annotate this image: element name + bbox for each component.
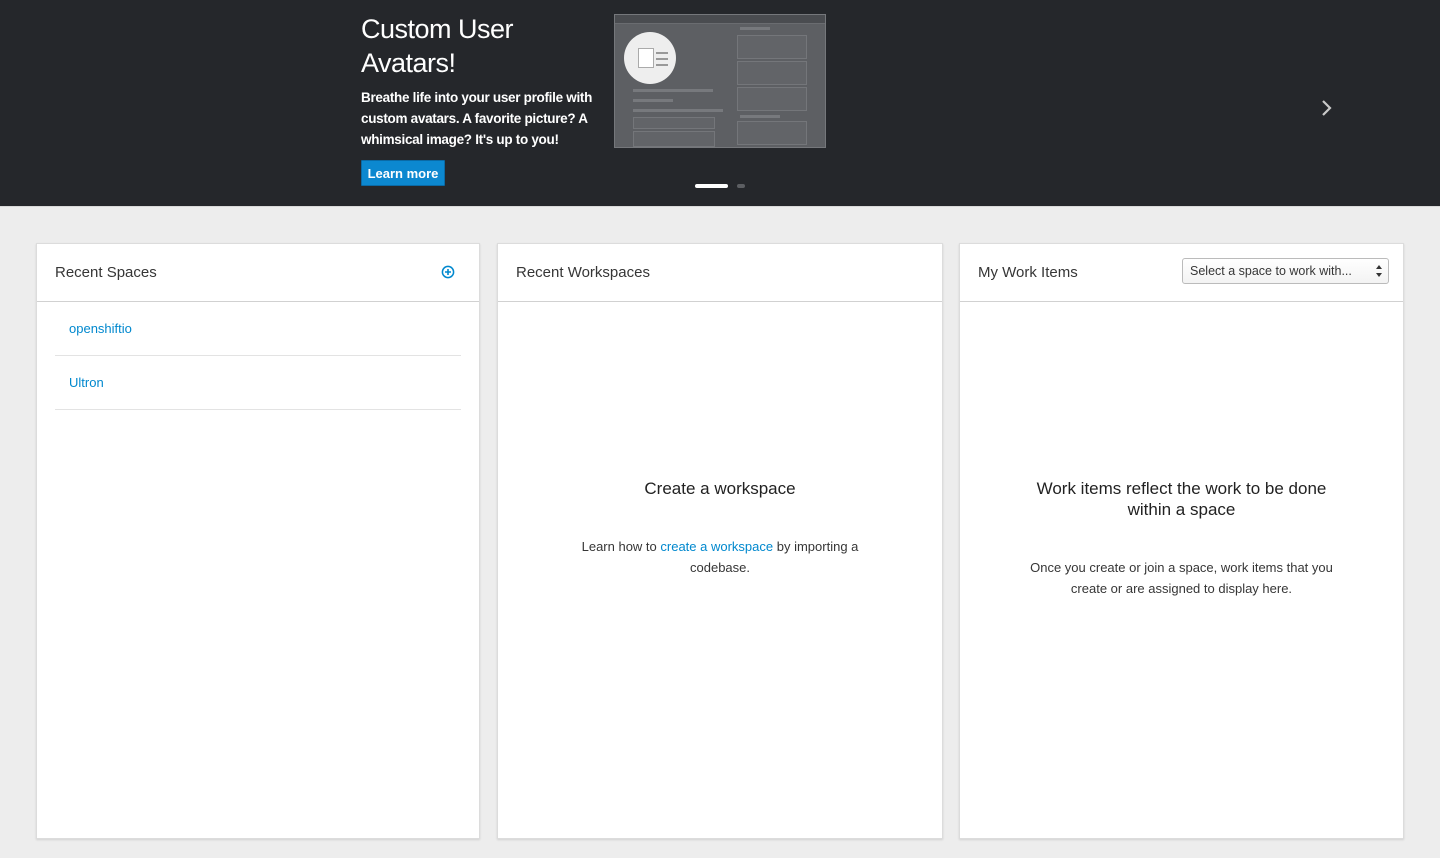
announcement-banner: Custom User Avatars! Breathe life into y… [0, 0, 1440, 207]
plus-circle-icon[interactable] [441, 265, 455, 279]
space-select[interactable]: Select a space to work with... [1182, 258, 1389, 284]
card-header: My Work Items Select a space to work wit… [960, 244, 1403, 302]
card-title: My Work Items [978, 264, 1078, 281]
select-arrows-icon [1376, 265, 1382, 277]
space-select-value: Select a space to work with... [1190, 264, 1352, 278]
card-header: Recent Workspaces [498, 244, 942, 302]
empty-state-text: Once you create or join a space, work it… [1030, 560, 1333, 596]
create-workspace-link[interactable]: create a workspace [660, 539, 773, 554]
space-link-ultron[interactable]: Ultron [55, 356, 461, 410]
empty-state-title: Create a workspace [644, 479, 796, 498]
banner-description: Breathe life into your user profile with… [361, 90, 593, 147]
work-items-card: My Work Items Select a space to work wit… [959, 243, 1404, 839]
banner-title: Custom User Avatars! [361, 14, 514, 78]
empty-state-text: Learn how to create a workspace by impor… [568, 536, 872, 578]
learn-more-button[interactable]: Learn more [361, 160, 445, 186]
space-link-label[interactable]: openshiftio [69, 321, 132, 336]
chevron-right-icon[interactable] [1318, 98, 1334, 118]
carousel-indicator-1[interactable] [695, 184, 728, 188]
card-title: Recent Spaces [55, 264, 157, 281]
recent-spaces-card: Recent Spaces openshiftio Ultron [36, 243, 480, 839]
empty-state-title: Work items reflect the work to be done w… [1036, 479, 1327, 519]
banner-screenshot-image [614, 14, 826, 148]
carousel-indicator-2[interactable] [737, 184, 745, 188]
space-link-openshiftio[interactable]: openshiftio [55, 302, 461, 356]
space-link-label[interactable]: Ultron [69, 375, 104, 390]
empty-text-prefix: Learn how to [581, 539, 661, 554]
card-header: Recent Spaces [37, 244, 479, 302]
recent-workspaces-card: Recent Workspaces Create a workspace Lea… [497, 243, 943, 839]
card-title: Recent Workspaces [516, 264, 650, 281]
